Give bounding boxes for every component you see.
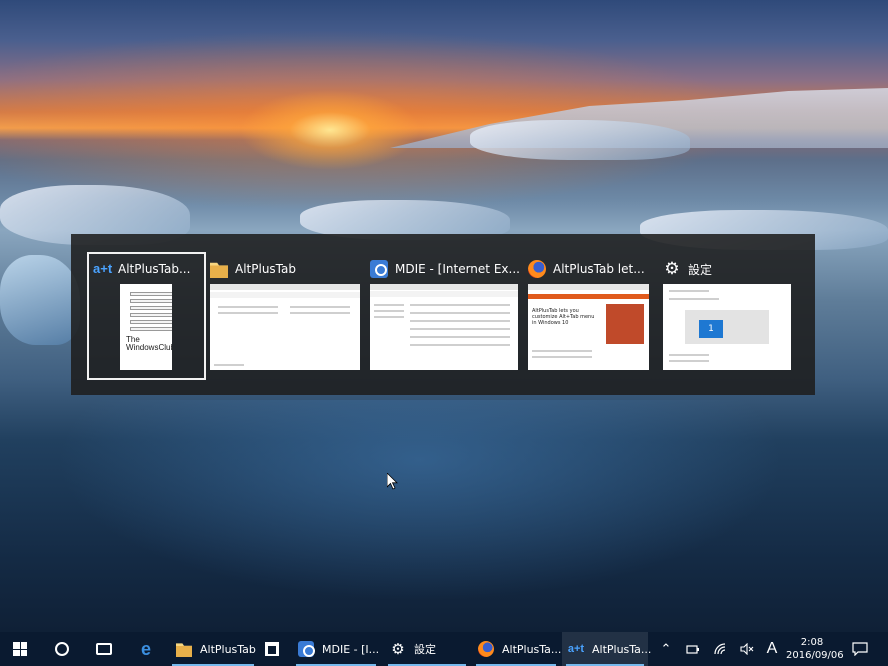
wallpaper-ice	[470, 120, 690, 160]
taskbar-button-settings[interactable]: ⚙ 設定	[384, 632, 470, 666]
window-thumbnail: AltPlusTab lets you customize Alt+Tab me…	[528, 284, 649, 370]
mdie-icon	[370, 260, 388, 278]
network-tray-button[interactable]	[710, 632, 732, 666]
clock[interactable]: 2:08 2016/09/06	[786, 632, 844, 666]
ime-mode-button[interactable]: A	[762, 632, 782, 666]
windows-logo-icon	[13, 642, 27, 656]
folder-icon	[210, 262, 228, 278]
battery-icon	[686, 645, 699, 654]
edge-button[interactable]: e	[128, 632, 164, 666]
taskbar-button-label: AltPlusTab	[200, 642, 256, 656]
switcher-item-title: AltPlusTab...	[118, 262, 191, 276]
search-button[interactable]	[44, 632, 80, 666]
windowsclub-logo: The WindowsClub	[126, 335, 172, 352]
taskbar-button-firefox[interactable]: AltPlusTa...	[472, 632, 562, 666]
wallpaper-water	[0, 400, 888, 632]
switcher-item-mdie[interactable]: MDIE - [Internet Ex...	[370, 254, 520, 378]
article-headline: AltPlusTab lets you customize Alt+Tab me…	[532, 308, 595, 326]
firefox-icon	[528, 260, 546, 278]
window-thumbnail: 1	[663, 284, 791, 370]
taskbar-button-label: MDIE - [I...	[322, 642, 380, 656]
store-icon	[265, 642, 279, 656]
cortana-icon	[55, 642, 69, 656]
altplustab-icon: a+t	[567, 643, 585, 655]
taskbar-button-altplustab[interactable]: a+t AltPlusTa...	[562, 632, 652, 666]
gear-icon: ⚙	[391, 640, 405, 658]
switcher-item-title: 設定	[688, 262, 713, 277]
switcher-item-altplustab[interactable]: a+t AltPlusTab... The WindowsClub	[87, 252, 206, 380]
taskbar-button-explorer[interactable]: AltPlusTab	[168, 632, 258, 666]
taskbar-button-label: AltPlusTa...	[592, 642, 652, 656]
edge-icon: e	[140, 639, 151, 659]
switcher-item-explorer[interactable]: AltPlusTab	[210, 254, 360, 378]
mdie-icon	[298, 641, 315, 657]
taskbar-button-mdie[interactable]: MDIE - [I...	[292, 632, 380, 666]
show-hidden-icons-button[interactable]: ⌃	[656, 632, 676, 666]
power-tray-button[interactable]	[682, 632, 704, 666]
chevron-up-icon: ⌃	[660, 641, 672, 657]
task-view-icon	[96, 643, 112, 655]
taskbar-button-label: AltPlusTa...	[502, 642, 562, 656]
altplustab-icon: a+t	[93, 261, 113, 276]
window-thumbnail	[370, 284, 518, 370]
gear-icon: ⚙	[664, 259, 680, 279]
volume-tray-button[interactable]	[736, 632, 758, 666]
switcher-item-title: MDIE - [Internet Ex...	[395, 262, 520, 276]
window-thumbnail	[210, 284, 360, 370]
wallpaper-ice	[0, 255, 80, 345]
notification-icon	[852, 642, 868, 656]
taskbar-button-label: 設定	[414, 643, 436, 656]
taskbar: e AltPlusTab MDIE - [I... ⚙ 設定 AltPlusTa…	[0, 632, 888, 666]
switcher-item-settings[interactable]: ⚙ 設定 1	[663, 254, 791, 378]
clock-date: 2016/09/06	[786, 650, 844, 661]
volume-muted-icon	[740, 643, 754, 655]
window-thumbnail: The WindowsClub	[120, 284, 172, 370]
action-center-button[interactable]	[846, 632, 874, 666]
alt-tab-switcher: a+t AltPlusTab... The WindowsClub AltPlu…	[71, 234, 815, 395]
switcher-item-title: AltPlusTab let...	[553, 262, 645, 276]
firefox-icon	[478, 641, 494, 657]
mouse-cursor	[387, 473, 398, 490]
wifi-icon	[714, 643, 726, 655]
display-tile: 1	[699, 320, 723, 338]
start-button[interactable]	[0, 632, 40, 666]
switcher-item-firefox[interactable]: AltPlusTab let... AltPlusTab lets you cu…	[528, 254, 649, 378]
task-view-button[interactable]	[86, 632, 122, 666]
folder-icon	[176, 643, 192, 657]
store-button[interactable]	[256, 632, 288, 666]
clock-time: 2:08	[800, 637, 824, 648]
switcher-item-title: AltPlusTab	[235, 262, 296, 276]
